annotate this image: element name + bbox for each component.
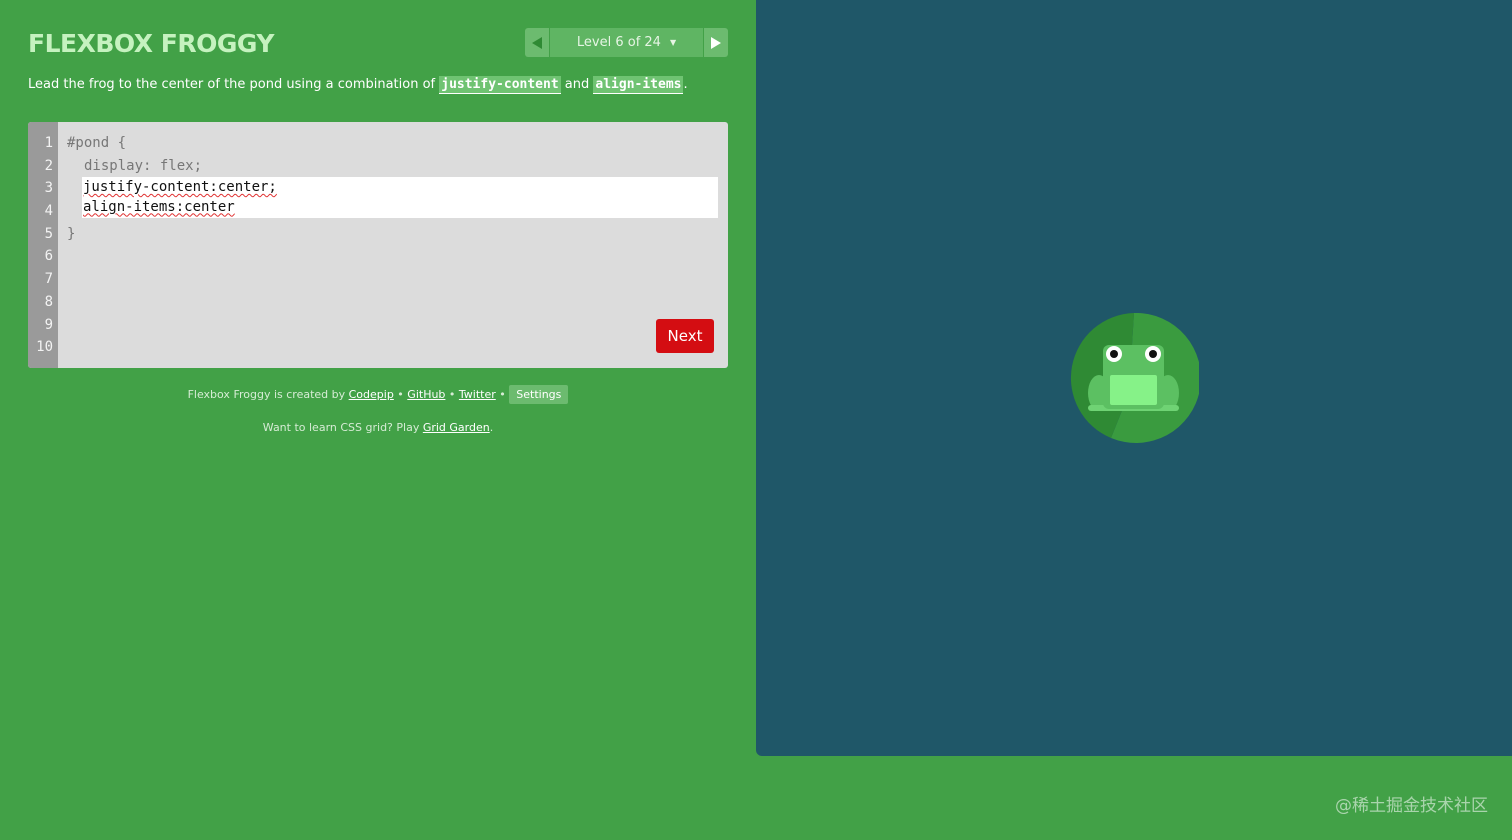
line-number-gutter: 1 2 3 4 5 6 7 8 9 10 (28, 122, 58, 368)
code-line-display: display: flex; (84, 157, 203, 174)
credits-prefix: Flexbox Froggy is created by (187, 388, 349, 401)
keyword-align-items[interactable]: align-items (593, 76, 684, 94)
grid-garden-suffix: . (489, 421, 494, 434)
instructions: Lead the frog to the center of the pond … (28, 74, 728, 96)
page-title: FLEXBOX FROGGY (28, 29, 274, 58)
triangle-right-icon (711, 36, 721, 49)
next-button[interactable]: Next (656, 319, 714, 353)
separator: • (495, 388, 510, 401)
github-link[interactable]: GitHub (407, 388, 445, 401)
line-number: 8 (44, 293, 53, 310)
twitter-link[interactable]: Twitter (459, 388, 496, 401)
css-input-line: justify-content:center; (83, 179, 277, 195)
line-number: 3 (44, 180, 53, 197)
app-root: FLEXBOX FROGGY Level 6 of 24 ▼ Lead the … (0, 0, 1512, 840)
sidebar: FLEXBOX FROGGY Level 6 of 24 ▼ Lead the … (0, 0, 756, 756)
separator: • (445, 388, 459, 401)
credits: Flexbox Froggy is created by Codepip • G… (28, 385, 728, 404)
frog-on-lilypad-icon (1070, 313, 1199, 443)
codepip-link[interactable]: Codepip (349, 388, 394, 401)
separator: • (393, 388, 408, 401)
caret-down-icon: ▼ (669, 38, 677, 47)
triangle-left-icon (532, 36, 542, 49)
css-input-line: align-items:center (83, 198, 235, 215)
line-number: 9 (44, 316, 53, 333)
keyword-justify-content[interactable]: justify-content (439, 76, 561, 94)
line-number: 5 (44, 225, 53, 242)
instructions-suffix: . (683, 77, 688, 92)
level-label: Level 6 of 24 (576, 35, 661, 50)
instructions-prefix: Lead the frog to the center of the pond … (28, 77, 440, 92)
code-editor: 1 2 3 4 5 6 7 8 9 10 #pond { display: fl… (28, 122, 728, 368)
watermark: @稀土掘金技术社区 (1335, 796, 1488, 816)
level-selector[interactable]: Level 6 of 24 ▼ (550, 28, 703, 57)
css-input-textarea[interactable]: justify-content:center; align-items:cent… (82, 177, 718, 218)
instructions-middle: and (560, 77, 594, 92)
line-number: 4 (44, 203, 53, 220)
grid-garden-link[interactable]: Grid Garden (423, 421, 490, 434)
previous-level-button[interactable] (525, 28, 550, 57)
grid-garden-promo: Want to learn CSS grid? Play Grid Garden… (28, 421, 728, 434)
line-number: 6 (44, 248, 53, 265)
code-line-selector: #pond { (67, 135, 127, 151)
line-number: 7 (44, 271, 53, 288)
line-number: 2 (44, 157, 53, 174)
code-line-close-brace: } (67, 225, 76, 242)
level-navigator: Level 6 of 24 ▼ (525, 28, 728, 57)
pond (756, 0, 1512, 756)
line-number: 1 (44, 135, 53, 151)
grid-garden-prefix: Want to learn CSS grid? Play (262, 421, 423, 434)
settings-button[interactable]: Settings (509, 385, 569, 404)
line-number: 10 (36, 339, 53, 356)
next-level-button[interactable] (703, 28, 728, 57)
